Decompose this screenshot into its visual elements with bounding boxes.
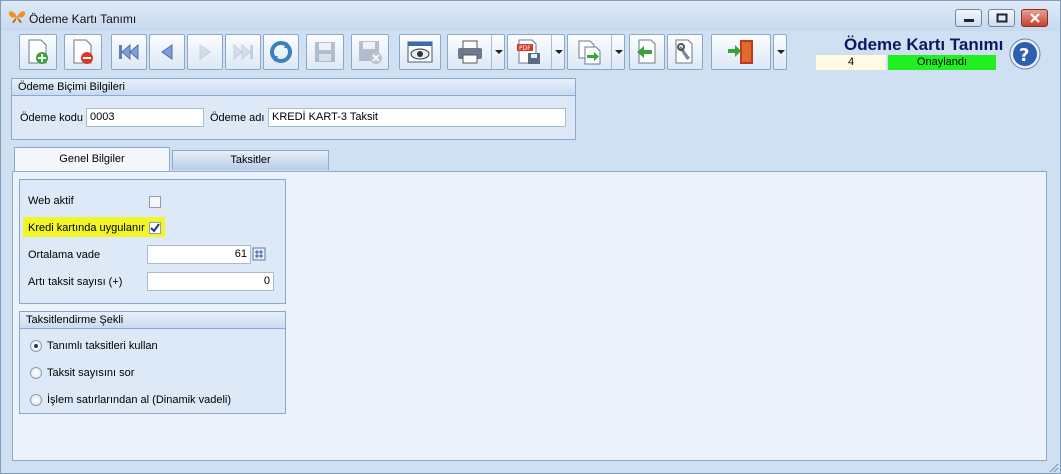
close-button[interactable] (1021, 9, 1048, 27)
web-active-checkbox[interactable] (149, 196, 161, 208)
form-title: Ödeme Kartı Tanımı (844, 35, 1004, 54)
print-button[interactable] (447, 34, 505, 70)
print-icon (458, 40, 482, 64)
credit-card-checkbox[interactable] (149, 222, 161, 234)
refresh-icon (270, 41, 292, 63)
extra-installments-field[interactable]: 0 (147, 272, 274, 291)
payment-name-field[interactable]: KREDİ KART-3 Taksit (268, 108, 566, 127)
radio-dynamic-term[interactable] (30, 394, 42, 406)
svg-text:?: ? (1019, 45, 1029, 66)
import-button[interactable] (567, 34, 625, 70)
radio-defined-installments[interactable] (30, 340, 42, 352)
delete-button[interactable] (64, 34, 102, 70)
exit-button[interactable] (711, 34, 771, 70)
refresh-button[interactable] (263, 34, 299, 70)
radio-ask-installment-count[interactable] (30, 367, 42, 379)
status-badge: Onaylandı (888, 55, 996, 70)
option-defined-installments-label: Tanımlı taksitleri kullan (47, 340, 158, 352)
save-button[interactable] (306, 34, 344, 70)
general-settings-group: Web aktif Kredi kartında uygulanır Ortal… (19, 179, 286, 304)
extra-installments-label: Artı taksit sayısı (+) (28, 276, 123, 288)
record-number: 4 (816, 55, 886, 70)
more-options-arrow[interactable] (774, 35, 786, 69)
window-title: Ödeme Kartı Tanımı (29, 12, 137, 26)
next-record-button[interactable] (187, 34, 223, 70)
payment-code-label: Ödeme kodu (20, 112, 83, 124)
first-record-button[interactable] (111, 34, 147, 70)
next-icon (199, 44, 211, 60)
pdf-export-button[interactable]: PDF (507, 34, 565, 70)
installment-mode-group: Taksitlendirme Şekli Tanımlı taksitleri … (19, 311, 286, 414)
save-cancel-icon (359, 41, 382, 64)
help-icon[interactable]: ? (1009, 38, 1041, 70)
delete-icon (73, 39, 93, 64)
tools-icon (675, 39, 693, 64)
preview-button[interactable] (399, 34, 441, 70)
payment-name-label: Ödeme adı (210, 112, 265, 124)
pdf-export-dropdown-arrow[interactable] (551, 35, 564, 69)
pdf-export-icon: PDF (517, 39, 540, 64)
new-icon (28, 39, 48, 64)
general-info-panel: Web aktif Kredi kartında uygulanır Ortal… (12, 171, 1047, 461)
option-dynamic-term-label: İşlem satırlarından al (Dinamik vadeli) (47, 394, 232, 406)
new-button[interactable] (19, 34, 57, 70)
close-icon (1030, 13, 1040, 23)
minimize-button[interactable] (955, 9, 982, 27)
tab-installments[interactable]: Taksitler (172, 150, 329, 170)
main-window: Ödeme Kartı Tanımı PDF Ödeme Kartı Tanım… (0, 0, 1061, 474)
import-dropdown-arrow[interactable] (611, 35, 624, 69)
minimize-icon (964, 19, 974, 22)
payment-info-title: Ödeme Biçimi Bilgileri (12, 79, 575, 96)
title-bar: Ödeme Kartı Tanımı (1, 1, 1060, 31)
calculator-icon[interactable] (252, 247, 266, 261)
payment-code-field[interactable]: 0003 (86, 108, 204, 127)
butterfly-icon (8, 11, 26, 23)
more-options-button[interactable] (773, 34, 787, 70)
exit-door-icon (728, 40, 753, 64)
maximize-icon (996, 13, 1008, 23)
first-icon (119, 43, 139, 61)
resize-grip-icon[interactable] (1047, 461, 1059, 473)
last-record-button[interactable] (225, 34, 261, 70)
tab-general-info[interactable]: Genel Bilgiler (14, 147, 170, 171)
maximize-button[interactable] (988, 9, 1015, 27)
previous-record-button[interactable] (149, 34, 185, 70)
back-icon (637, 39, 656, 64)
tools-button[interactable] (667, 34, 703, 70)
save-icon (315, 42, 335, 62)
installment-mode-title: Taksitlendirme Şekli (20, 312, 285, 329)
svg-text:PDF: PDF (519, 45, 531, 52)
print-dropdown-arrow[interactable] (491, 35, 504, 69)
credit-card-label: Kredi kartında uygulanır (28, 222, 145, 234)
web-active-label: Web aktif (28, 195, 74, 207)
back-button[interactable] (629, 34, 665, 70)
last-icon (233, 43, 253, 61)
avg-term-field[interactable]: 61 (147, 245, 251, 264)
option-ask-count-label: Taksit sayısını sor (47, 367, 135, 379)
import-icon (578, 40, 601, 65)
payment-info-group: Ödeme Biçimi Bilgileri Ödeme kodu 0003 Ö… (11, 78, 576, 140)
checkmark-icon (150, 223, 160, 233)
previous-icon (161, 44, 173, 60)
preview-icon (407, 41, 433, 63)
cancel-save-button[interactable] (351, 34, 389, 70)
avg-term-label: Ortalama vade (28, 249, 101, 261)
